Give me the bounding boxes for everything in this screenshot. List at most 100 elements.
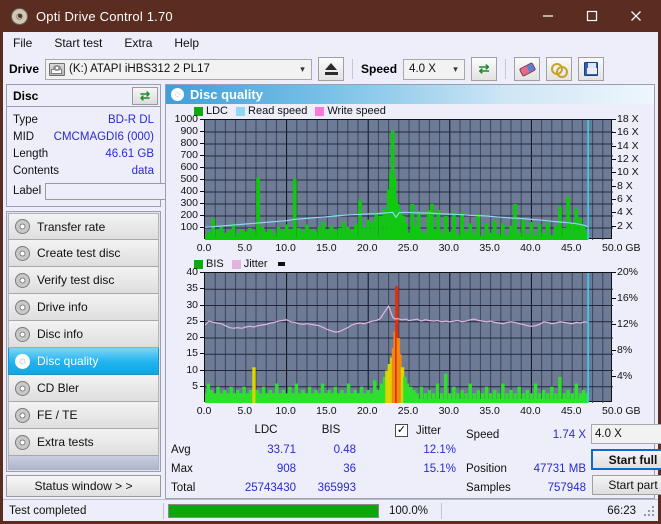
- disc-icon: [15, 326, 30, 342]
- refresh-button[interactable]: ⇄: [471, 57, 498, 81]
- ldc-chart-xtick: 40.0: [520, 242, 541, 254]
- drive-select[interactable]: (K:) ATAPI iHBS312 2 PL17 ▾: [45, 58, 313, 80]
- drive-label: Drive: [9, 62, 40, 76]
- erase-button[interactable]: [514, 57, 541, 81]
- stats-avg-bis: 0.48: [333, 444, 356, 456]
- disc-panel-header: Disc ⇄: [6, 84, 161, 106]
- eject-button[interactable]: [318, 57, 345, 81]
- disc-row-contents: Contents data: [13, 162, 154, 179]
- sidebar-item-transfer-rate[interactable]: Transfer rate: [8, 213, 159, 240]
- tick: [200, 337, 204, 338]
- tick: [612, 272, 616, 273]
- maximize-icon[interactable]: [570, 0, 614, 32]
- legend-write-speed: Write speed: [315, 105, 386, 117]
- tick: [200, 191, 204, 192]
- bis-jitter-chart-y2tick: 16%: [617, 292, 639, 304]
- menu-help[interactable]: Help: [172, 35, 201, 51]
- menu-file[interactable]: File: [11, 35, 34, 51]
- bis-jitter-chart-ytick: 25: [186, 314, 198, 327]
- bis-jitter-chart-ytick: 15: [186, 347, 198, 360]
- speed-stat-value: 1.74 X: [552, 429, 586, 441]
- bis-jitter-chart-y2tick: 4%: [617, 370, 633, 382]
- status-divider: [163, 502, 164, 519]
- tick: [612, 212, 616, 214]
- bis-jitter-chart-xtick: 20.0: [356, 405, 378, 417]
- eject-icon: [325, 63, 338, 70]
- sidebar-item-verify-test-disc[interactable]: Verify test disc: [8, 267, 159, 294]
- stats-max-ldc: 908: [276, 463, 296, 475]
- sidebar-item-fe-te[interactable]: FE / TE: [8, 402, 159, 429]
- stats-row-avg-label: Avg: [171, 444, 191, 456]
- close-icon[interactable]: [614, 0, 658, 32]
- sidebar-item-create-test-disc[interactable]: Create test disc: [8, 240, 159, 267]
- nav-spacer: [8, 456, 159, 470]
- test-speed-select[interactable]: 4.0 X ▾: [591, 424, 661, 444]
- test-speed-value: 4.0 X: [595, 428, 622, 440]
- disc-icon: [15, 434, 30, 450]
- disc-icon: [15, 245, 30, 261]
- tick: [612, 225, 616, 227]
- window-title: Opti Drive Control 1.70: [36, 8, 173, 24]
- save-button[interactable]: [578, 57, 605, 81]
- scale-marker-icon: [277, 262, 285, 266]
- legend-label: Jitter: [243, 258, 268, 270]
- sidebar-item-disc-info[interactable]: Disc info: [8, 321, 159, 348]
- bis-jitter-chart-y2tick: 20%: [617, 266, 639, 278]
- bis-jitter-chart-series-layer: [205, 273, 613, 403]
- tick: [200, 385, 204, 387]
- bis-jitter-chart-xtick: 0.0: [196, 405, 212, 417]
- bis-jitter-chart: 5 10 15 20 25 30 35 40 4% 8% 12% 16% 20% 0.0 5.0 10.0 15…: [166, 266, 654, 420]
- status-bar: Test completed 100.0% 66:23: [3, 499, 658, 521]
- start-full-button[interactable]: Start full: [591, 449, 661, 470]
- jitter-checkbox[interactable]: ✓: [395, 424, 408, 437]
- bis-jitter-chart-xtick: 30.0: [438, 405, 460, 417]
- status-window-button[interactable]: Status window > >: [6, 475, 161, 497]
- keys-button[interactable]: [546, 57, 573, 81]
- menu-extra[interactable]: Extra: [122, 35, 154, 51]
- ldc-chart-ytick: 300: [180, 197, 198, 209]
- stats-row-total-label: Total: [171, 482, 196, 494]
- ldc-chart-xtick: 30.0: [438, 242, 460, 254]
- start-part-button[interactable]: Start part: [592, 475, 661, 495]
- minimize-icon[interactable]: [526, 0, 570, 32]
- resize-grip[interactable]: [642, 504, 656, 518]
- disc-row-type: Type BD-R DL: [13, 111, 154, 128]
- menu-start-test[interactable]: Start test: [52, 35, 104, 51]
- ldc-chart-xtick: 45.0: [560, 242, 582, 254]
- disc-length-label: Length: [13, 147, 49, 160]
- disc-mid-value: CMCMAGDI6 (000): [53, 130, 154, 143]
- disc-icon: [15, 380, 30, 396]
- toolbar-divider: [505, 59, 507, 79]
- sidebar-item-disc-quality[interactable]: Disc quality: [8, 348, 159, 375]
- ldc-chart-ytick: 900: [180, 125, 198, 137]
- disc-icon: [15, 353, 30, 369]
- stats-row-max-label: Max: [171, 463, 193, 475]
- disc-refresh-button[interactable]: ⇄: [132, 86, 158, 105]
- disc-icon: [15, 219, 30, 234]
- bis-jitter-chart-y2tick: 8%: [617, 344, 633, 356]
- stats-total-ldc: 25743430: [244, 482, 296, 494]
- sidebar-item-cd-bler[interactable]: CD Bler: [8, 375, 159, 402]
- main-body: Disc ⇄ Type BD-R DL MID CMCMAGDI6 (000) …: [3, 84, 661, 499]
- eraser-icon: [518, 61, 536, 77]
- window-controls: [526, 0, 658, 32]
- legend-jitter: Jitter: [231, 258, 268, 270]
- status-message: Test completed: [9, 504, 87, 517]
- speed-select[interactable]: 4.0 X ▾: [403, 58, 466, 80]
- position-stat-value: 47731 MB: [533, 463, 586, 475]
- bis-jitter-chart-xtick: 40.0: [520, 405, 541, 417]
- ldc-chart-y2tick: 4 X: [617, 206, 633, 219]
- tick: [612, 199, 616, 200]
- sidebar-item-drive-info[interactable]: Drive info: [8, 294, 159, 321]
- ldc-chart-ytick: 600: [180, 161, 198, 173]
- tick: [200, 167, 204, 168]
- app-window: Opti Drive Control 1.70 File Start test …: [0, 0, 661, 524]
- floppy-save-icon: [584, 62, 599, 76]
- disc-panel-title: Disc: [13, 88, 39, 103]
- legend-read-speed: Read speed: [236, 105, 307, 117]
- stats-total-bis: 365993: [317, 482, 356, 494]
- tick: [612, 376, 616, 377]
- legend-label: Write speed: [327, 105, 386, 117]
- disc-quality-panel: Disc quality LDC Read speed Write speed …: [165, 84, 661, 499]
- sidebar-item-extra-tests[interactable]: Extra tests: [8, 429, 159, 456]
